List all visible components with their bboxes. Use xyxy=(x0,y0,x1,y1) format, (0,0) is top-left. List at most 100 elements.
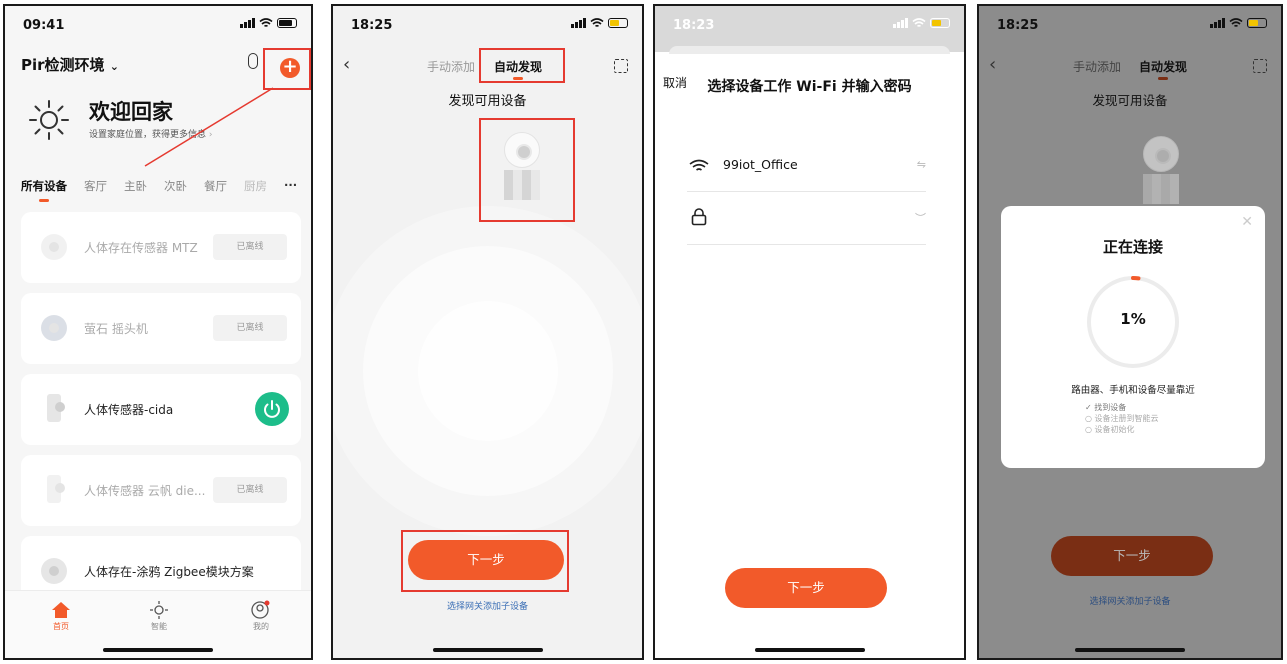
scan-icon[interactable] xyxy=(614,59,628,73)
tab-living-room[interactable]: 客厅 xyxy=(84,178,107,194)
status-icons xyxy=(1210,18,1267,28)
connection-steps: ✓ 找到设备 ○ 设备注册到智能云 ○ 设备初始化 xyxy=(1085,402,1159,435)
page-title: 发现可用设备 xyxy=(448,94,527,109)
battery-icon xyxy=(608,18,628,28)
battery-icon xyxy=(1247,18,1267,28)
back-icon[interactable]: ‹ xyxy=(989,54,996,75)
step-init: ○ 设备初始化 xyxy=(1085,425,1135,434)
nav-bar: ‹ 手动添加 自动发现 xyxy=(979,52,1281,82)
offline-badge: 已离线 xyxy=(213,477,287,503)
gateway-link[interactable]: 选择网关添加子设备 xyxy=(979,594,1281,607)
tab-underline xyxy=(1158,77,1168,80)
tab-second-bedroom[interactable]: 次卧 xyxy=(164,178,187,194)
more-icon[interactable]: ··· xyxy=(284,178,297,194)
password-field[interactable]: ︶ xyxy=(687,202,926,238)
wifi-icon xyxy=(1229,18,1243,27)
clock: 18:23 xyxy=(673,18,715,33)
device-label-blurred xyxy=(1143,174,1179,204)
tab-all-devices[interactable]: 所有设备 xyxy=(21,178,67,202)
home-indicator xyxy=(754,648,865,652)
annotation-box-next xyxy=(401,530,569,592)
status-bar: 18:25 xyxy=(333,6,642,42)
sensor-icon xyxy=(47,475,65,503)
back-icon[interactable]: ‹ xyxy=(343,54,350,75)
camera-icon xyxy=(41,558,67,584)
next-button[interactable]: 下一步 xyxy=(1051,536,1213,576)
switch-network-icon[interactable]: ⇋ xyxy=(917,158,926,171)
room-tabs: 所有设备 客厅 主卧 次卧 餐厅 厨房 ··· xyxy=(21,178,303,202)
tab-manual-add[interactable]: 手动添加 xyxy=(427,58,475,75)
signal-icon xyxy=(1210,18,1225,28)
clock: 18:25 xyxy=(351,18,393,33)
eye-closed-icon[interactable]: ︶ xyxy=(915,210,926,226)
camera-icon xyxy=(41,315,67,341)
house-icon xyxy=(52,602,70,618)
page-title: 发现可用设备 xyxy=(1092,93,1168,108)
annotation-box-device xyxy=(479,118,575,222)
home-screen: 09:41 Pir检测环境 ⌄ + 欢迎回家 设置家庭位置，获得更多信息 › 所… xyxy=(3,4,313,660)
status-bar: 18:25 xyxy=(979,6,1281,42)
device-card[interactable]: 人体传感器-cida xyxy=(21,374,301,445)
device-name: 人体传感器 云帆 die... xyxy=(84,484,206,498)
signal-icon xyxy=(571,18,586,28)
signal-icon xyxy=(893,18,908,28)
battery-icon xyxy=(930,18,950,28)
wifi-sheet: 取消 选择设备工作 Wi-Fi 并输入密码 99iot_Office ⇋ ︶ 下… xyxy=(655,54,964,658)
connecting-dialog: ✕ 正在连接 1% 路由器、手机和设备尽量靠近 ✓ 找到设备 ○ 设备注册到智能… xyxy=(1001,206,1265,468)
annotation-arrow xyxy=(144,87,274,167)
status-bar: 18:23 xyxy=(655,6,964,42)
tab-manual-add[interactable]: 手动添加 xyxy=(1073,58,1121,75)
tab-me[interactable]: 我的 xyxy=(231,599,291,632)
tab-home[interactable]: 首页 xyxy=(31,599,91,632)
sun-icon xyxy=(150,601,168,619)
sensor-icon xyxy=(47,394,65,422)
camera-icon xyxy=(41,234,67,260)
connecting-screen: 18:25 ‹ 手动添加 自动发现 发现可用设备 ✕ 正在连接 1% 路由器、手… xyxy=(977,4,1283,660)
device-name: 人体存在-涂鸦 Zigbee模块方案 xyxy=(84,565,254,579)
device-name: 人体存在传感器 MTZ xyxy=(84,241,198,255)
tab-smart[interactable]: 智能 xyxy=(129,599,189,632)
home-indicator xyxy=(432,648,543,652)
radar-ring xyxy=(418,301,558,441)
offline-badge: 已离线 xyxy=(213,234,287,260)
tab-master-bedroom[interactable]: 主卧 xyxy=(124,178,147,194)
camera-icon xyxy=(1143,136,1179,172)
device-card[interactable]: 萤石 摇头机 已离线 xyxy=(21,293,301,364)
status-icons xyxy=(571,18,628,28)
scan-icon[interactable] xyxy=(1253,59,1267,73)
wifi-ssid-field[interactable]: 99iot_Office ⇋ xyxy=(687,150,926,186)
home-indicator xyxy=(103,648,213,652)
user-icon xyxy=(251,600,270,619)
home-indicator xyxy=(1075,648,1185,652)
device-card[interactable]: 人体传感器 云帆 die... 已离线 xyxy=(21,455,301,526)
gateway-link[interactable]: 选择网关添加子设备 xyxy=(333,599,642,612)
proximity-hint: 路由器、手机和设备尽量靠近 xyxy=(1071,385,1195,396)
tab-kitchen[interactable]: 厨房 xyxy=(244,178,267,194)
tab-auto-discover[interactable]: 自动发现 xyxy=(1139,58,1187,80)
divider xyxy=(687,191,926,192)
next-button[interactable]: 下一步 xyxy=(725,568,887,608)
close-icon[interactable]: ✕ xyxy=(1241,214,1253,230)
offline-badge: 已离线 xyxy=(213,315,287,341)
divider xyxy=(687,244,926,245)
step-register: ○ 设备注册到智能云 xyxy=(1085,414,1159,423)
dialog-title: 正在连接 xyxy=(1102,238,1163,256)
step-found: ✓ 找到设备 xyxy=(1085,403,1127,412)
power-button[interactable] xyxy=(255,392,289,426)
device-card[interactable]: 人体存在传感器 MTZ 已离线 xyxy=(21,212,301,283)
progress-percent: 1% xyxy=(1120,310,1146,328)
power-icon xyxy=(264,400,280,418)
status-icons xyxy=(893,18,950,28)
bottom-tab-bar: 首页 智能 我的 xyxy=(5,590,311,658)
wifi-screen: 18:23 取消 选择设备工作 Wi-Fi 并输入密码 99iot_Office… xyxy=(653,4,966,660)
wifi-icon xyxy=(590,18,604,27)
lock-icon xyxy=(691,208,707,226)
device-name: 人体传感器-cida xyxy=(84,403,174,417)
discovery-screen: 18:25 ‹ 手动添加 自动发现 发现可用设备 下一步 选择网关添加子设备 xyxy=(331,4,644,660)
discovered-device xyxy=(1137,136,1185,206)
wifi-icon xyxy=(689,159,709,171)
tab-dining-room[interactable]: 餐厅 xyxy=(204,178,227,194)
clock: 18:25 xyxy=(997,18,1039,33)
device-name: 萤石 摇头机 xyxy=(84,322,148,336)
wifi-icon xyxy=(912,18,926,27)
